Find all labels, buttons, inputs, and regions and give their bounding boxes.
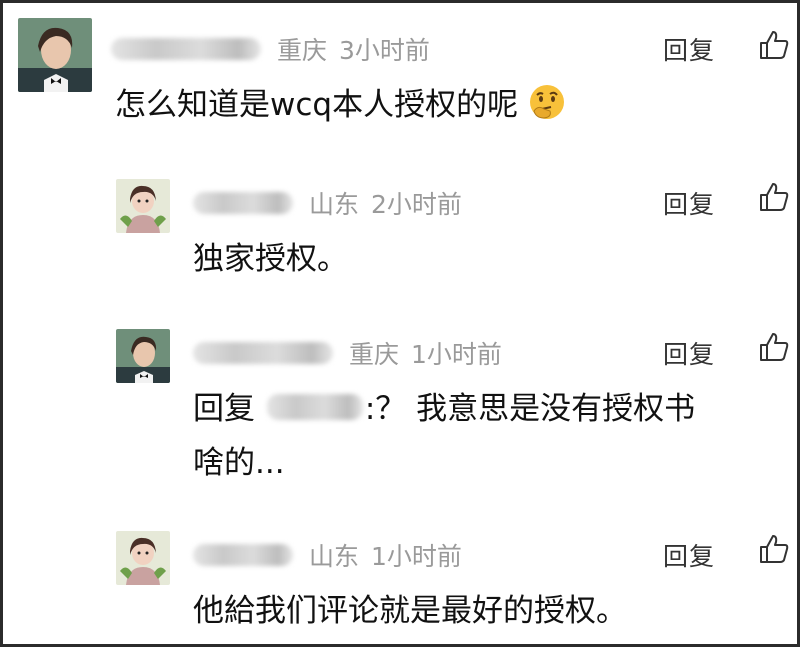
reply-button[interactable]: 回复 xyxy=(663,537,715,573)
thumbs-up-icon[interactable] xyxy=(758,29,790,61)
thumbs-up-icon[interactable] xyxy=(758,331,790,363)
comment-body: 他給我们评论就是最好的授权。 xyxy=(193,593,627,629)
comment-body: 怎么知道是wcq本人授权的呢 xyxy=(115,87,519,123)
comment-text: 独家授权。 xyxy=(193,233,348,286)
avatar[interactable] xyxy=(116,179,170,233)
user-photo-icon xyxy=(116,531,170,585)
avatar[interactable] xyxy=(116,531,170,585)
location-label: 重庆 xyxy=(277,36,328,65)
comment-text: 怎么知道是wcq本人授权的呢 xyxy=(115,79,566,132)
timestamp: 3小时前 xyxy=(339,36,430,65)
reply-item: 重庆 1小时前 回复 回复 :？ 我意思是没有授权书 啥的... xyxy=(3,313,797,493)
comment-meta: 山东 1小时前 xyxy=(193,537,462,573)
comment-thread: 重庆 3小时前 回复 怎么知道是wcq本人授权的呢 山东 2小时前 回复 独家授… xyxy=(0,0,800,647)
comment-body-line2: 啥的... xyxy=(193,445,285,481)
location-label: 山东 xyxy=(309,542,360,571)
comment-meta: 山东 2小时前 xyxy=(193,185,462,221)
comment-text: 他給我们评论就是最好的授权。 xyxy=(193,585,627,638)
thinking-face-emoji xyxy=(529,85,564,119)
timestamp: 2小时前 xyxy=(371,190,462,219)
username-blurred[interactable] xyxy=(193,544,293,566)
timestamp: 1小时前 xyxy=(371,542,462,571)
comment-body: 独家授权。 xyxy=(193,241,348,277)
reply-item: 山东 2小时前 回复 独家授权。 xyxy=(3,163,797,293)
reply-button[interactable]: 回复 xyxy=(663,31,715,67)
user-photo-icon xyxy=(116,179,170,233)
avatar[interactable] xyxy=(116,329,170,383)
avatar[interactable] xyxy=(18,18,92,92)
user-photo-icon xyxy=(18,18,92,92)
comment-text: 回复 :？ 我意思是没有授权书 啥的... xyxy=(193,383,695,490)
reply-prefix: 回复 xyxy=(193,391,255,427)
username-blurred[interactable] xyxy=(193,192,293,214)
reply-item: 山东 1小时前 回复 他給我们评论就是最好的授权。 xyxy=(3,515,797,644)
thumbs-up-icon[interactable] xyxy=(758,533,790,565)
mention-blurred[interactable] xyxy=(266,384,363,437)
user-photo-icon xyxy=(116,329,170,383)
thumbs-up-icon[interactable] xyxy=(758,181,790,213)
comment-meta: 重庆 1小时前 xyxy=(193,335,502,371)
comment-meta: 重庆 3小时前 xyxy=(111,31,430,67)
username-blurred[interactable] xyxy=(111,38,261,60)
location-label: 重庆 xyxy=(349,340,400,369)
timestamp: 1小时前 xyxy=(411,340,502,369)
username-blurred[interactable] xyxy=(193,342,333,364)
reply-button[interactable]: 回复 xyxy=(663,335,715,371)
location-label: 山东 xyxy=(309,190,360,219)
comment-body: :？ 我意思是没有授权书 xyxy=(364,391,696,427)
reply-button[interactable]: 回复 xyxy=(663,185,715,221)
comment-item: 重庆 3小时前 回复 怎么知道是wcq本人授权的呢 xyxy=(3,3,797,143)
